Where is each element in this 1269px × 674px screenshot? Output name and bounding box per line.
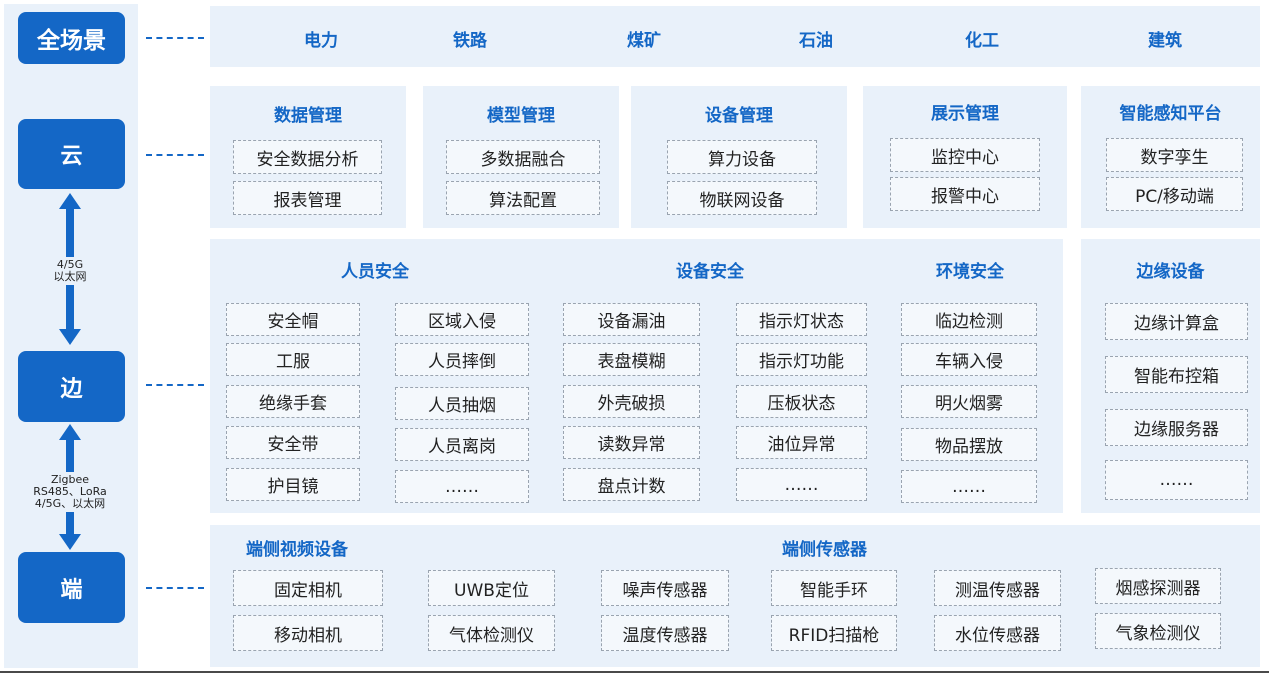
cloud-group-title: 展示管理 [931,104,999,124]
connector-all-scenarios [146,37,204,39]
terminal-item: 噪声传感器 [601,570,729,606]
edge-item: 指示灯状态 [736,303,867,336]
edge-item: 压板状态 [736,385,867,418]
edge-item: …… [395,470,529,503]
arrow-down-icon [59,534,81,550]
edge-item: 安全带 [226,426,360,459]
cloud-item: 安全数据分析 [233,140,382,174]
edge-item: 人员抽烟 [395,387,529,420]
terminal-item: 移动相机 [233,615,383,651]
terminal-item: 测温传感器 [934,570,1061,606]
bottom-rule [0,671,1269,673]
cloud-item: 数字孪生 [1106,138,1243,172]
cloud-item: 报警中心 [890,177,1040,211]
edge-device-item: 边缘计算盒 [1105,303,1248,340]
terminal-item: 温度传感器 [601,615,729,651]
edge-item: 安全帽 [226,303,360,336]
terminal-item: RFID扫描枪 [771,615,897,651]
terminal-sensor-title: 端侧传感器 [782,540,867,560]
edge-item: 人员摔倒 [395,343,529,376]
cloud-item: 多数据融合 [446,140,600,174]
edge-device-item: …… [1105,460,1248,500]
cloud-group-title: 模型管理 [487,106,555,126]
tier-cloud: 云 [18,119,125,189]
edge-section-title: 环境安全 [936,262,1004,282]
edge-device-item: 边缘服务器 [1105,409,1248,446]
cloud-item: 监控中心 [890,138,1040,172]
edge-item: 工服 [226,343,360,376]
connector-terminal [146,587,204,589]
terminal-item: 气象检测仪 [1095,613,1221,649]
edge-item: 表盘模糊 [563,343,700,376]
edge-item: 指示灯功能 [736,343,867,376]
edge-item: 读数异常 [563,426,700,459]
edge-item: …… [736,468,867,501]
edge-device-item: 智能布控箱 [1105,356,1248,393]
edge-item: 区域入侵 [395,303,529,336]
cloud-group-title: 数据管理 [274,106,342,126]
cloud-item: 物联网设备 [667,181,817,215]
link-label-line: 4/5G、以太网 [34,497,106,510]
edge-item: 护目镜 [226,468,360,501]
tier-terminal: 端 [18,552,125,623]
industries-panel [210,6,1260,67]
arrow-down-icon [59,329,81,345]
cloud-item: 算法配置 [446,181,600,215]
terminal-item: 智能手环 [771,570,897,606]
industry-label: 建筑 [1148,31,1182,51]
edge-devices-title: 边缘设备 [1136,262,1205,282]
terminal-video-title: 端侧视频设备 [246,540,348,560]
terminal-item: 气体检测仪 [428,615,555,651]
edge-item: 设备漏油 [563,303,700,336]
edge-item: 人员离岗 [395,428,529,461]
terminal-item: 水位传感器 [934,615,1061,651]
cloud-item: 报表管理 [233,181,382,215]
link-label-line: 以太网 [53,270,87,283]
edge-section-title: 设备安全 [676,262,744,282]
edge-item: 车辆入侵 [901,343,1037,376]
edge-item: 盘点计数 [563,468,700,501]
industry-label: 铁路 [453,31,487,51]
edge-section-title: 人员安全 [341,262,409,282]
edge-item: 外壳破损 [563,385,700,418]
industry-label: 石油 [799,31,833,51]
cloud-item: PC/移动端 [1106,177,1243,211]
edge-terminal-link-label: Zigbee RS485、LoRa 4/5G、以太网 [6,472,134,512]
industry-label: 化工 [965,31,999,51]
edge-item: 绝缘手套 [226,385,360,418]
edge-item: 油位异常 [736,426,867,459]
terminal-item: UWB定位 [428,570,555,606]
terminal-item: 固定相机 [233,570,383,606]
edge-item: 明火烟雾 [901,385,1037,418]
cloud-group-title: 智能感知平台 [1119,104,1222,124]
industry-label: 煤矿 [627,31,661,51]
edge-item: …… [901,470,1037,503]
tier-edge: 边 [18,351,125,422]
edge-item: 临边检测 [901,303,1037,336]
terminal-item: 烟感探测器 [1095,568,1221,604]
cloud-edge-link-label: 4/5G 以太网 [6,257,134,285]
cloud-item: 算力设备 [667,140,817,174]
industry-label: 电力 [304,31,338,51]
connector-cloud [146,154,204,156]
connector-edge [146,384,204,386]
cloud-group-title: 设备管理 [705,106,773,126]
edge-item: 物品摆放 [901,428,1037,461]
tier-all-scenarios: 全场景 [18,12,125,64]
